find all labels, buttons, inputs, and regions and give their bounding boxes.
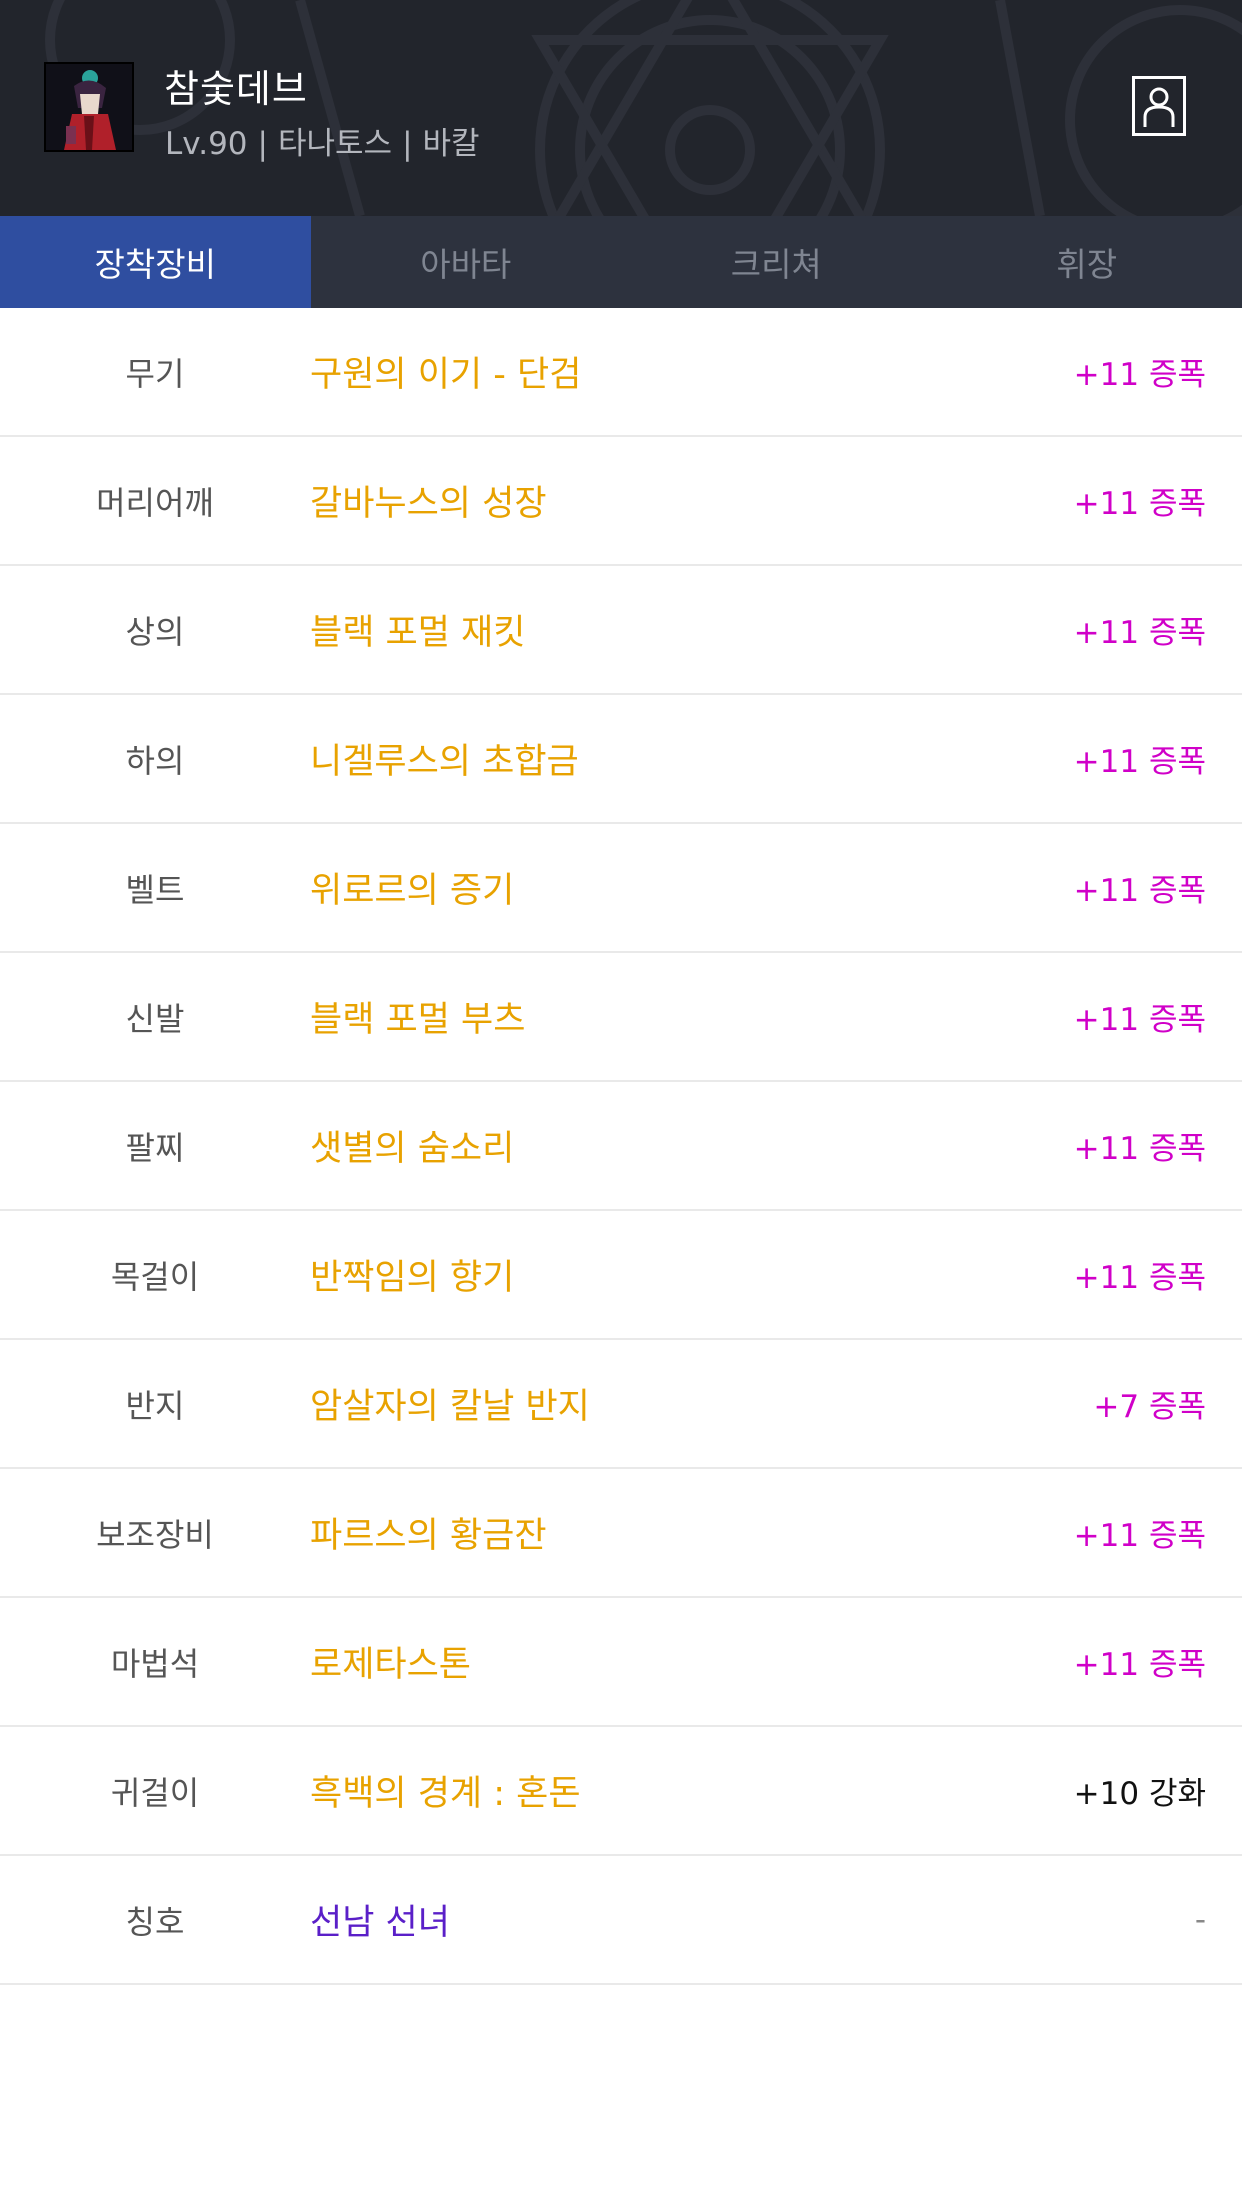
equipment-row[interactable]: 보조장비 파르스의 황금잔 +11 증폭 [0, 1469, 1242, 1598]
meta-separator: | [257, 126, 268, 162]
character-job: 타나토스 [277, 126, 393, 162]
character-name: 참숯데브 [164, 67, 308, 111]
equipment-row[interactable]: 하의 니겔루스의 초합금 +11 증폭 [0, 695, 1242, 824]
upgrade-tag: +11 증폭 [1073, 486, 1206, 522]
meta-separator: | [402, 126, 413, 162]
equipment-row[interactable]: 벨트 위로르의 증기 +11 증폭 [0, 824, 1242, 953]
upgrade-tag: +11 증폭 [1073, 357, 1206, 393]
tab-equipped[interactable]: 장착장비 [0, 216, 311, 308]
upgrade-tag: +11 증폭 [1073, 1131, 1206, 1167]
slot-label: 무기 [125, 354, 185, 393]
slot-label: 목걸이 [110, 1257, 200, 1296]
tab-avatar[interactable]: 아바타 [311, 216, 622, 308]
slot-label: 팔찌 [125, 1128, 185, 1167]
tab-insignia[interactable]: 휘장 [932, 216, 1242, 308]
equipment-row[interactable]: 마법석 로제타스톤 +11 증폭 [0, 1598, 1242, 1727]
profile-button[interactable] [1132, 76, 1186, 136]
slot-label: 보조장비 [96, 1515, 214, 1554]
character-meta: Lv.90 | 타나토스 | 바칼 [165, 118, 480, 163]
upgrade-tag: +11 증폭 [1073, 744, 1206, 780]
upgrade-tag: +11 증폭 [1073, 1260, 1206, 1296]
slot-label: 하의 [125, 741, 185, 780]
tab-bar: 장착장비 아바타 크리쳐 휘장 [0, 216, 1242, 308]
upgrade-tag: +11 증폭 [1073, 615, 1206, 651]
equipment-row[interactable]: 머리어깨 갈바누스의 성장 +11 증폭 [0, 437, 1242, 566]
slot-label: 신발 [125, 999, 185, 1038]
equipment-row[interactable]: 칭호 선남 선녀 - [0, 1856, 1242, 1985]
person-outline-icon [1143, 87, 1175, 127]
equipment-row[interactable]: 목걸이 반짝임의 향기 +11 증폭 [0, 1211, 1242, 1340]
upgrade-tag: +11 증폭 [1073, 1002, 1206, 1038]
upgrade-tag: +11 증폭 [1073, 873, 1206, 909]
upgrade-tag: +7 증폭 [1093, 1389, 1206, 1425]
item-name: 선남 선녀 [310, 1903, 450, 1943]
slot-label: 반지 [125, 1386, 185, 1425]
equipment-row[interactable]: 무기 구원의 이기 - 단검 +11 증폭 [0, 308, 1242, 437]
slot-label: 머리어깨 [96, 483, 214, 522]
equipment-row[interactable]: 신발 블랙 포멀 부츠 +11 증폭 [0, 953, 1242, 1082]
equipment-list: 무기 구원의 이기 - 단검 +11 증폭 머리어깨 갈바누스의 성장 +11 … [0, 308, 1242, 1985]
profile-header: 참숯데브 Lv.90 | 타나토스 | 바칼 [0, 0, 1242, 216]
character-portrait-icon[interactable] [44, 62, 134, 152]
slot-label: 칭호 [125, 1902, 185, 1941]
slot-label: 귀걸이 [110, 1773, 200, 1812]
slot-label: 벨트 [125, 870, 185, 909]
upgrade-tag: +11 증폭 [1073, 1647, 1206, 1683]
equipment-row[interactable]: 상의 블랙 포멀 재킷 +11 증폭 [0, 566, 1242, 695]
upgrade-tag: - [1194, 1901, 1206, 1938]
equipment-row[interactable]: 반지 암살자의 칼날 반지 +7 증폭 [0, 1340, 1242, 1469]
character-level: Lv.90 [165, 126, 248, 162]
slot-label: 상의 [125, 612, 185, 651]
equipment-row[interactable]: 귀걸이 흑백의 경계 : 혼돈 +10 강화 [0, 1727, 1242, 1856]
upgrade-tag: +11 증폭 [1073, 1518, 1206, 1554]
character-server: 바칼 [422, 126, 480, 162]
tab-creature[interactable]: 크리쳐 [621, 216, 932, 308]
upgrade-tag: +10 강화 [1073, 1776, 1206, 1812]
slot-label: 마법석 [110, 1644, 200, 1683]
equipment-row[interactable]: 팔찌 샛별의 숨소리 +11 증폭 [0, 1082, 1242, 1211]
